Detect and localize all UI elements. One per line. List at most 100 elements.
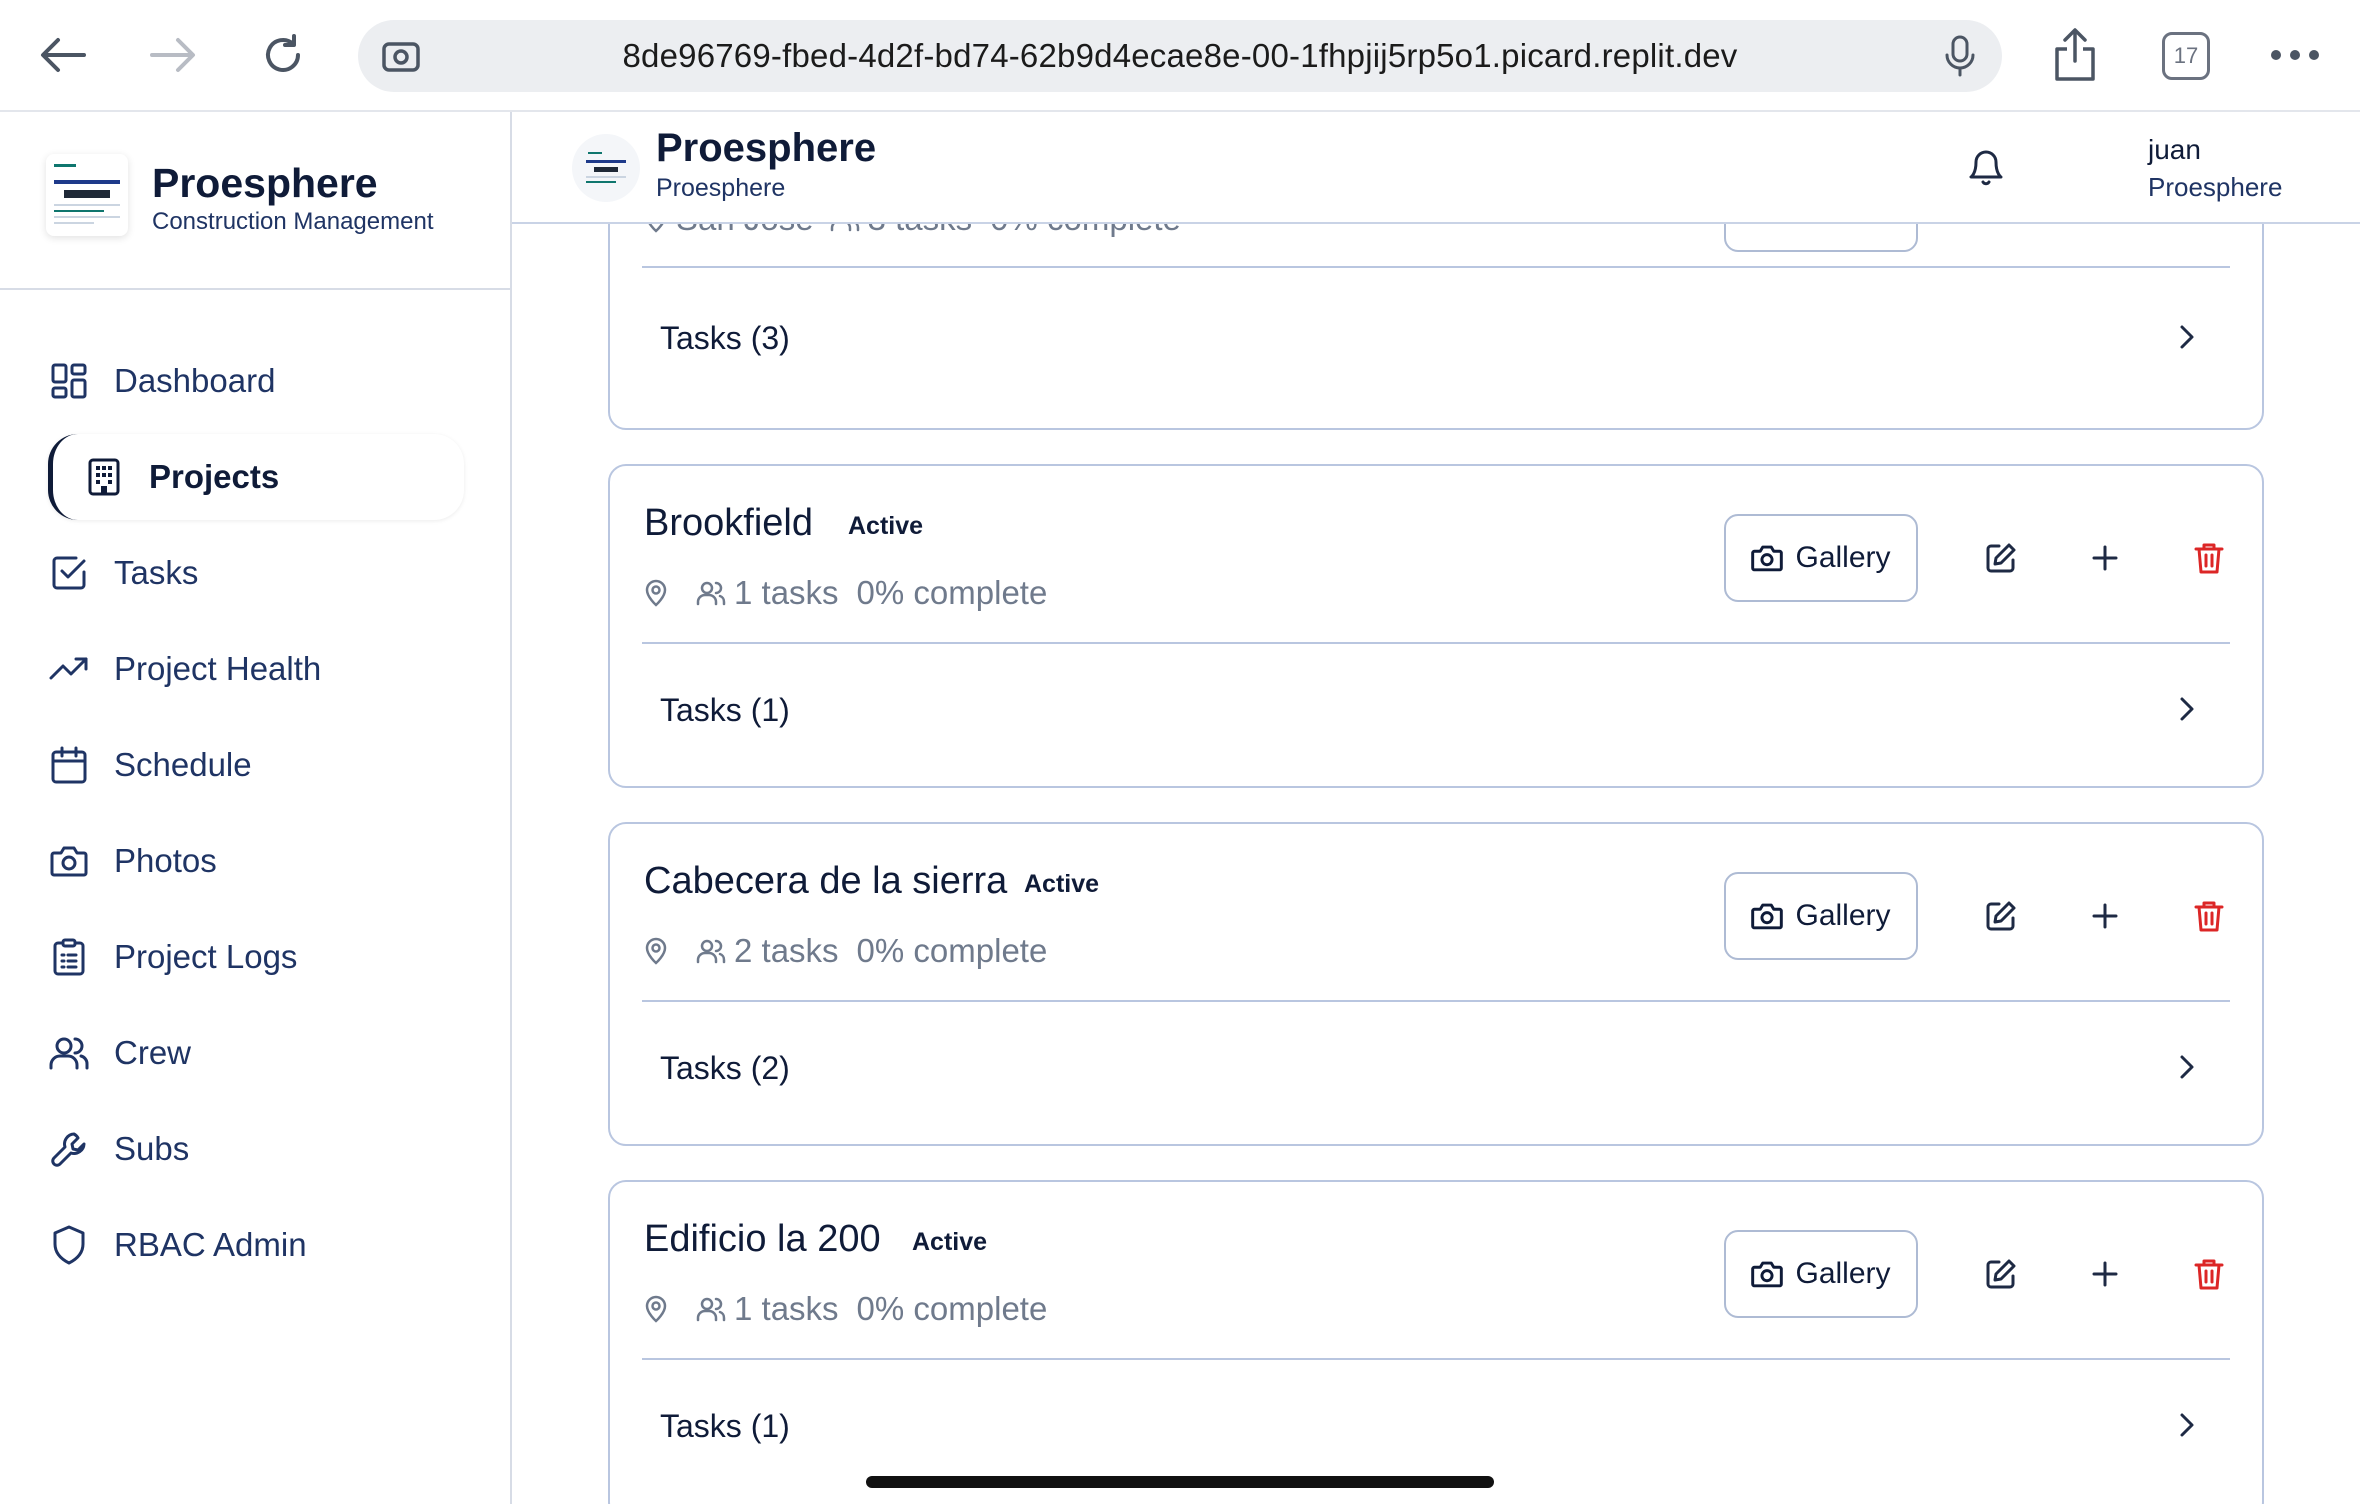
share-button[interactable]: [2042, 22, 2108, 88]
sidebar-item-label: Projects: [149, 458, 280, 495]
arrow-right-icon: [150, 38, 195, 72]
reload-icon: [266, 34, 300, 72]
plus-icon: [2092, 1261, 2118, 1287]
sidebar-item-rbac-admin[interactable]: RBAC Admin: [48, 1202, 462, 1288]
edit-button[interactable]: [1974, 531, 2028, 585]
project-name[interactable]: Brookfield: [644, 502, 813, 545]
add-task-button[interactable]: [2078, 889, 2132, 943]
plus-icon: [2092, 903, 2118, 929]
tasks-toggle[interactable]: Tasks (1): [660, 1408, 790, 1445]
card-divider: [642, 1000, 2230, 1002]
sidebar-item-label: Schedule: [114, 746, 252, 783]
project-name[interactable]: Cabecera de la sierra: [644, 860, 1007, 903]
status-badge: Active: [848, 512, 924, 540]
sidebar-item-subs[interactable]: Subs: [48, 1106, 462, 1192]
plus-icon: [2092, 545, 2118, 571]
tasks-toggle[interactable]: Tasks (1): [660, 692, 790, 729]
header-subtitle: Proesphere: [656, 174, 786, 202]
add-task-button[interactable]: [2078, 531, 2132, 585]
delete-button[interactable]: [2182, 531, 2236, 585]
project-completion: 0% complete: [856, 1290, 1048, 1327]
tasks-toggle[interactable]: Tasks (3): [660, 320, 790, 357]
user-organization: Proesphere: [2148, 172, 2283, 202]
project-meta: 1 tasks 0% complete: [644, 1290, 1047, 1328]
map-pin-icon: [648, 224, 664, 233]
sidebar-item-schedule[interactable]: Schedule: [48, 722, 462, 808]
sidebar-item-project-health[interactable]: Project Health: [48, 626, 462, 712]
card-divider: [642, 642, 2230, 644]
edit-button[interactable]: [1974, 889, 2028, 943]
chevron-right-icon[interactable]: [2172, 322, 2202, 352]
dashboard-grid-icon: [48, 360, 90, 402]
sidebar-item-label: Photos: [114, 842, 217, 879]
gallery-label: Gallery: [1795, 1257, 1891, 1290]
tasks-toggle[interactable]: Tasks (2): [660, 1050, 790, 1087]
sidebar-item-photos[interactable]: Photos: [48, 818, 462, 904]
edit-button[interactable]: [1974, 1247, 2028, 1301]
project-task-count: 1 tasks: [734, 574, 839, 611]
ellipsis-icon: [2271, 50, 2319, 60]
header-title: Proesphere: [656, 126, 877, 170]
sidebar-item-dashboard[interactable]: Dashboard: [48, 338, 462, 424]
sidebar-item-label: Dashboard: [114, 362, 276, 399]
gallery-label: Gallery: [1795, 541, 1891, 574]
users-icon: [48, 1032, 90, 1074]
chevron-right-icon[interactable]: [2172, 1410, 2202, 1440]
chevron-right-icon[interactable]: [2172, 1052, 2202, 1082]
microphone-icon[interactable]: [1940, 34, 1980, 78]
edit-icon: [1986, 1259, 2016, 1289]
reload-button[interactable]: [250, 22, 316, 88]
share-icon: [2055, 28, 2095, 81]
project-card: San Jose 3 tasks 0% complete Tasks (3): [608, 224, 2264, 430]
brand-subtitle: Construction Management: [152, 208, 434, 235]
camera-icon: [1751, 903, 1784, 930]
project-meta: 2 tasks 0% complete: [644, 932, 1047, 970]
brand-title: Proesphere: [152, 160, 378, 206]
users-icon: [696, 1297, 726, 1322]
wrench-icon: [48, 1128, 90, 1170]
url-text[interactable]: 8de96769-fbed-4d2f-bd74-62b9d4ecae8e-00-…: [358, 20, 2002, 92]
project-name[interactable]: Edificio la 200: [644, 1218, 881, 1261]
user-name[interactable]: juan: [2148, 134, 2201, 166]
project-completion: 0% complete: [990, 224, 1181, 238]
edit-icon: [1986, 901, 2016, 931]
forward-button[interactable]: [140, 22, 206, 88]
users-icon: [696, 581, 726, 606]
project-card: Brookfield Active 1 tasks 0% complete Ga…: [608, 464, 2264, 788]
project-location: San Jose: [676, 224, 814, 238]
camera-icon: [1751, 1261, 1784, 1288]
project-meta: 1 tasks 0% complete: [644, 574, 1047, 612]
sidebar-item-tasks[interactable]: Tasks: [48, 530, 462, 616]
status-badge: Active: [912, 1228, 988, 1256]
add-task-button[interactable]: [2078, 1247, 2132, 1301]
sidebar-item-project-logs[interactable]: Project Logs: [48, 914, 462, 1000]
sidebar-item-crew[interactable]: Crew: [48, 1010, 462, 1096]
sidebar: Proesphere Construction Management Dashb…: [0, 112, 512, 1504]
bell-icon[interactable]: [1966, 148, 2006, 188]
sidebar-item-label: Crew: [114, 1034, 192, 1071]
back-button[interactable]: [30, 22, 96, 88]
sidebar-item-label: RBAC Admin: [114, 1226, 307, 1263]
project-meta: San Jose 3 tasks 0% complete: [644, 224, 1181, 238]
trash-icon: [2194, 543, 2224, 574]
gallery-button[interactable]: [1724, 224, 1918, 252]
more-menu-button[interactable]: [2262, 22, 2328, 88]
sidebar-item-projects[interactable]: Projects: [48, 434, 464, 520]
gallery-button[interactable]: Gallery: [1724, 514, 1918, 602]
address-bar[interactable]: 8de96769-fbed-4d2f-bd74-62b9d4ecae8e-00-…: [358, 20, 2002, 92]
project-completion: 0% complete: [856, 932, 1048, 969]
sidebar-item-label: Subs: [114, 1130, 190, 1167]
gallery-button[interactable]: Gallery: [1724, 1230, 1918, 1318]
delete-button[interactable]: [2182, 889, 2236, 943]
project-completion: 0% complete: [856, 574, 1048, 611]
chevron-right-icon[interactable]: [2172, 694, 2202, 724]
header-logo: [572, 134, 640, 202]
home-indicator: [866, 1476, 1494, 1488]
tab-count-button[interactable]: 17: [2162, 32, 2210, 80]
status-badge: Active: [1024, 870, 1100, 898]
gallery-button[interactable]: Gallery: [1724, 872, 1918, 960]
delete-button[interactable]: [2182, 1247, 2236, 1301]
clipboard-list-icon: [48, 936, 90, 978]
arrow-left-icon: [41, 38, 86, 72]
users-icon: [830, 224, 859, 232]
